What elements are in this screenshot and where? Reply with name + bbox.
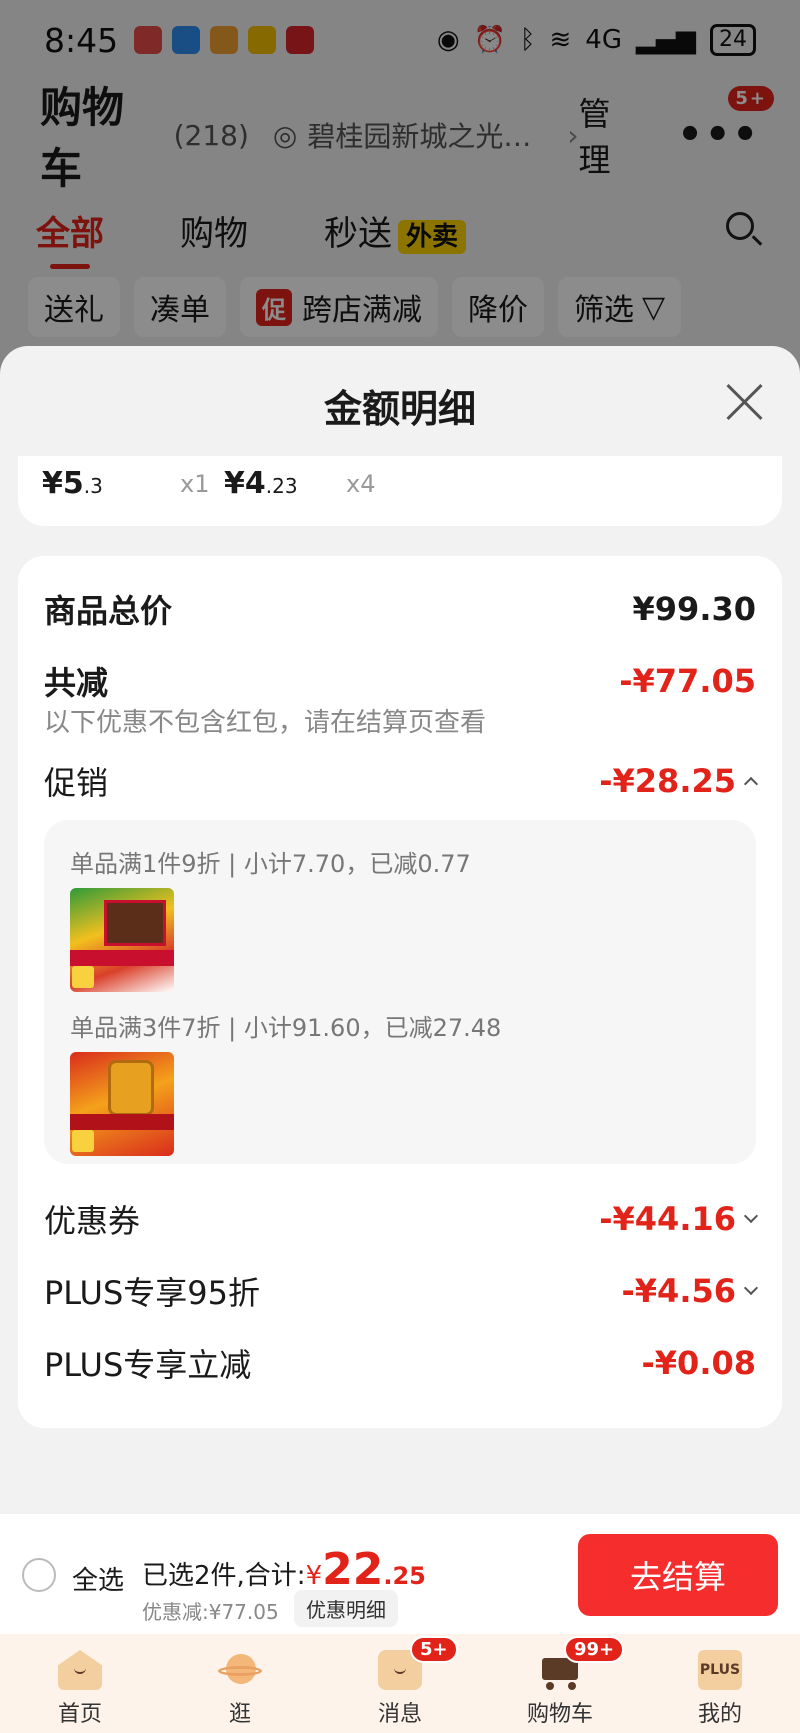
chevron-down-icon[interactable]: [743, 1280, 759, 1296]
nav-explore[interactable]: 逛: [160, 1634, 320, 1733]
total-reduce-label: 共减: [44, 664, 109, 702]
checkout-bar: 全选 已选2件,合计: ¥ 22 .25 优惠减:¥77.05 优惠明细 去结算: [0, 1514, 800, 1634]
product-thumbnail-nut-jar[interactable]: [70, 1052, 174, 1156]
goods-total-label: 商品总价: [44, 592, 173, 630]
chevron-up-icon[interactable]: [743, 776, 759, 792]
plus-member-icon: PLUS: [698, 1650, 742, 1690]
checkout-button[interactable]: 去结算: [578, 1534, 778, 1616]
discount-text: 优惠减:¥77.05: [142, 1600, 279, 1624]
reduce-note: 以下优惠不包含红包，请在结算页查看: [44, 708, 487, 738]
product-thumbnail-kitkat[interactable]: [70, 888, 174, 992]
plus-discount-value: -¥4.56: [622, 1272, 759, 1310]
item-price: ¥4.23: [224, 466, 298, 501]
discount-detail-button[interactable]: 优惠明细: [294, 1590, 398, 1627]
nav-home[interactable]: 首页: [0, 1634, 160, 1733]
promotion-rule: 单品满3件7折 | 小计91.60，已减27.48: [70, 1014, 502, 1042]
nav-label: 消息: [377, 1702, 422, 1727]
promotion-detail-box: 单品满1件9折 | 小计7.70，已减0.77 单品满3件7折 | 小计91.6…: [44, 820, 756, 1164]
amount-breakdown-card: 商品总价 ¥99.30 共减 -¥77.05 以下优惠不包含红包，请在结算页查看…: [18, 556, 782, 1428]
coupon-label: 优惠券: [44, 1202, 141, 1240]
plus-instant-label: PLUS专享立减: [44, 1346, 252, 1384]
promotion-label: 促销: [44, 764, 109, 802]
coupon-value: -¥44.16: [599, 1200, 759, 1238]
nav-label: 我的: [697, 1702, 742, 1727]
home-icon: [58, 1650, 102, 1690]
amount-detail-sheet: 金额明细 ¥5.3 x1 ¥4.23 x4 商品总价 ¥99.30 共减 -¥7…: [0, 346, 800, 1733]
promotion-value: -¥28.25: [599, 762, 759, 800]
nav-mine[interactable]: PLUS 我的: [640, 1634, 800, 1733]
select-all-checkbox[interactable]: [22, 1558, 56, 1592]
items-summary-card: ¥5.3 x1 ¥4.23 x4: [18, 456, 782, 526]
cart-badge: 99+: [564, 1636, 625, 1663]
nav-label: 购物车: [526, 1702, 593, 1727]
selected-count-text: 已选2件,合计:: [142, 1561, 306, 1591]
plus-discount-label: PLUS专享95折: [44, 1274, 260, 1312]
promotion-rule: 单品满1件9折 | 小计7.70，已减0.77: [70, 850, 471, 878]
item-quantity: x4: [346, 470, 376, 498]
nav-label: 逛: [228, 1702, 251, 1727]
nav-messages[interactable]: 5+ 消息: [320, 1634, 480, 1733]
nav-cart[interactable]: 99+ 购物车: [480, 1634, 640, 1733]
goods-total-value: ¥99.30: [632, 590, 756, 628]
promotion-row[interactable]: 促销 -¥28.25: [44, 758, 759, 804]
close-icon[interactable]: [724, 382, 764, 422]
item-price: ¥5.3: [42, 466, 103, 501]
plus-instant-value: -¥0.08: [641, 1344, 757, 1382]
planet-icon: [218, 1650, 262, 1690]
coupon-row[interactable]: 优惠券 -¥44.16: [44, 1196, 759, 1242]
total-reduce-value: -¥77.05: [619, 662, 756, 700]
total-integer: 22: [322, 1544, 384, 1595]
currency-symbol: ¥: [305, 1561, 323, 1591]
bottom-navigation: 首页 逛 5+ 消息 99+ 购物车 PLUS 我的: [0, 1634, 800, 1733]
total-decimal: .25: [383, 1562, 426, 1590]
plus-instant-row: PLUS专享立减 -¥0.08: [44, 1340, 756, 1386]
goods-total-row: 商品总价 ¥99.30: [44, 586, 756, 632]
plus-discount-row[interactable]: PLUS专享95折 -¥4.56: [44, 1268, 759, 1314]
chevron-down-icon[interactable]: [743, 1208, 759, 1224]
messages-badge: 5+: [410, 1636, 458, 1663]
select-all-label[interactable]: 全选: [72, 1560, 124, 1597]
nav-label: 首页: [57, 1702, 102, 1727]
item-quantity: x1: [180, 470, 210, 498]
total-reduce-row: 共减 -¥77.05: [44, 658, 756, 704]
total-summary: 已选2件,合计: ¥ 22 .25: [142, 1544, 426, 1595]
sheet-title: 金额明细: [323, 387, 476, 431]
